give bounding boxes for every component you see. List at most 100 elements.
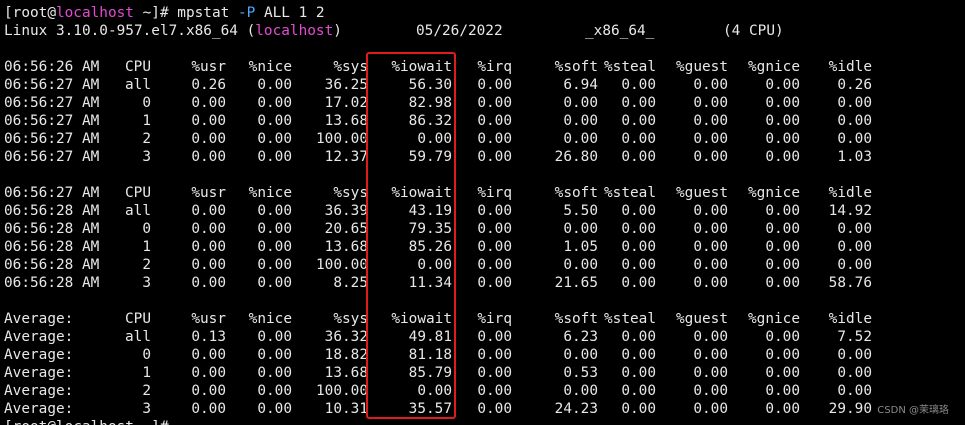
watermark: CSDN @茉璃珞 <box>877 405 949 416</box>
cell-cpu: 3 <box>142 401 151 417</box>
cell-time: 06:56:28 AM <box>4 221 100 237</box>
cell-cpu: 0 <box>142 347 151 363</box>
cell-irq: 0.00 <box>477 95 512 111</box>
cell-irq: 0.00 <box>477 347 512 363</box>
header-cell-soft: %soft <box>554 311 598 327</box>
cell-gnice: 0.00 <box>765 275 800 291</box>
cell-time: 06:56:28 AM <box>4 275 100 291</box>
cell-soft: 24.23 <box>554 401 598 417</box>
cell-idle: 0.00 <box>837 239 872 255</box>
cell-cpu: 2 <box>142 257 151 273</box>
cell-steal: 0.00 <box>621 77 656 93</box>
cell-sys: 13.68 <box>324 113 368 129</box>
cell-idle: 0.00 <box>837 131 872 147</box>
cell-idle: 0.00 <box>837 257 872 273</box>
cell-time: 06:56:27 AM <box>4 95 100 111</box>
header-cell-time: 06:56:27 AM <box>4 185 100 201</box>
cell-sys: 36.32 <box>324 329 368 345</box>
cell-soft: 6.23 <box>563 329 598 345</box>
header-cell-sys: %sys <box>333 311 368 327</box>
cell-guest: 0.00 <box>693 95 728 111</box>
header-cell-usr: %usr <box>191 185 226 201</box>
header-cell-steal: %steal <box>604 59 656 75</box>
cell-gnice: 0.00 <box>765 203 800 219</box>
cell-soft: 0.00 <box>563 221 598 237</box>
header-cell-soft: %soft <box>554 185 598 201</box>
cell-sys: 100.00 <box>316 383 368 399</box>
sysinfo-arch: _x86_64_ <box>585 23 655 39</box>
cell-time: Average: <box>4 329 74 345</box>
cell-irq: 0.00 <box>477 329 512 345</box>
cell-steal: 0.00 <box>621 95 656 111</box>
cell-guest: 0.00 <box>693 275 728 291</box>
header-cell-irq: %irq <box>477 185 512 201</box>
cell-steal: 0.00 <box>621 203 656 219</box>
cell-irq: 0.00 <box>477 257 512 273</box>
cell-irq: 0.00 <box>477 383 512 399</box>
cell-usr: 0.00 <box>191 95 226 111</box>
cell-sys: 100.00 <box>316 257 368 273</box>
cell-cpu: 2 <box>142 383 151 399</box>
cell-idle: 0.00 <box>837 383 872 399</box>
cell-gnice: 0.00 <box>765 401 800 417</box>
cell-time: Average: <box>4 383 74 399</box>
cell-irq: 0.00 <box>477 221 512 237</box>
cell-cpu: 3 <box>142 149 151 165</box>
cell-sys: 13.68 <box>324 239 368 255</box>
header-cell-nice: %nice <box>248 311 292 327</box>
cell-cpu: all <box>125 329 151 345</box>
cell-sys: 100.00 <box>316 131 368 147</box>
sysinfo-close: ) <box>333 23 342 39</box>
header-cell-cpu: CPU <box>125 59 151 75</box>
cell-nice: 0.00 <box>257 365 292 381</box>
header-cell-idle: %idle <box>828 59 872 75</box>
cell-gnice: 0.00 <box>765 257 800 273</box>
cell-cpu: all <box>125 77 151 93</box>
sysinfo-date: 05/26/2022 <box>416 23 503 39</box>
cell-gnice: 0.00 <box>765 131 800 147</box>
header-cell-usr: %usr <box>191 59 226 75</box>
cell-guest: 0.00 <box>693 329 728 345</box>
cell-irq: 0.00 <box>477 77 512 93</box>
cell-usr: 0.00 <box>191 383 226 399</box>
cell-guest: 0.00 <box>693 257 728 273</box>
cell-usr: 0.00 <box>191 149 226 165</box>
header-cell-sys: %sys <box>333 185 368 201</box>
cell-steal: 0.00 <box>621 257 656 273</box>
cell-nice: 0.00 <box>257 401 292 417</box>
cell-guest: 0.00 <box>693 365 728 381</box>
cell-nice: 0.00 <box>257 275 292 291</box>
terminal-window[interactable]: [root@localhost ~]# mpstat -P ALL 1 2 Li… <box>0 0 965 425</box>
cell-steal: 0.00 <box>621 131 656 147</box>
cell-sys: 12.37 <box>324 149 368 165</box>
cell-usr: 0.00 <box>191 203 226 219</box>
cell-usr: 0.26 <box>191 77 226 93</box>
cell-usr: 0.00 <box>191 131 226 147</box>
iowait-highlight-box <box>366 52 456 419</box>
cell-guest: 0.00 <box>693 149 728 165</box>
cell-idle: 0.00 <box>837 113 872 129</box>
header-cell-irq: %irq <box>477 311 512 327</box>
cell-cpu: 1 <box>142 365 151 381</box>
cell-time: 06:56:28 AM <box>4 239 100 255</box>
cell-gnice: 0.00 <box>765 365 800 381</box>
cell-nice: 0.00 <box>257 77 292 93</box>
cell-nice: 0.00 <box>257 239 292 255</box>
command-args: ALL 1 2 <box>255 5 325 21</box>
command-line: [root@localhost ~]# mpstat -P ALL 1 2 <box>4 4 325 22</box>
header-cell-idle: %idle <box>828 185 872 201</box>
cell-cpu: 2 <box>142 131 151 147</box>
cell-steal: 0.00 <box>621 239 656 255</box>
cell-gnice: 0.00 <box>765 113 800 129</box>
cell-nice: 0.00 <box>257 383 292 399</box>
cell-time: Average: <box>4 365 74 381</box>
cell-soft: 0.00 <box>563 131 598 147</box>
cell-nice: 0.00 <box>257 257 292 273</box>
cell-idle: 1.03 <box>837 149 872 165</box>
cell-steal: 0.00 <box>621 149 656 165</box>
cell-steal: 0.00 <box>621 365 656 381</box>
cell-time: 06:56:27 AM <box>4 77 100 93</box>
header-cell-steal: %steal <box>604 185 656 201</box>
cell-gnice: 0.00 <box>765 95 800 111</box>
cell-irq: 0.00 <box>477 203 512 219</box>
